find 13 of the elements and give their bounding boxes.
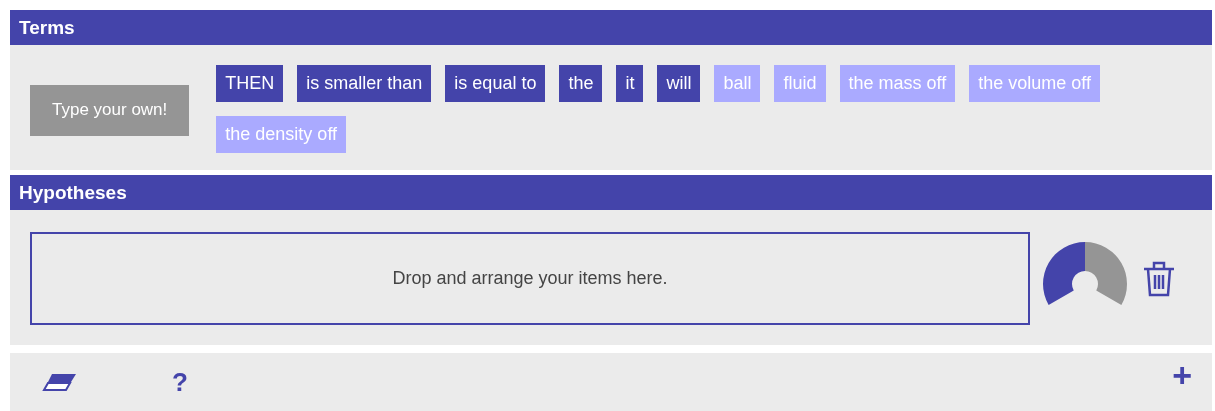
term-chip[interactable]: the — [559, 65, 603, 102]
term-chip[interactable]: it — [616, 65, 644, 102]
drop-zone[interactable]: Drop and arrange your items here. — [30, 232, 1030, 325]
term-chip[interactable]: is equal to — [445, 65, 546, 102]
add-button[interactable]: + — [1172, 355, 1192, 395]
eraser-icon[interactable] — [42, 372, 78, 392]
term-chip[interactable]: THEN — [216, 65, 284, 102]
term-chip[interactable]: will — [657, 65, 701, 102]
trash-icon[interactable] — [1142, 259, 1176, 298]
section-header: Hypotheses — [10, 175, 1212, 210]
section-header: Terms — [10, 10, 1212, 45]
help-button[interactable]: ? — [172, 366, 188, 398]
term-chip[interactable]: is smaller than — [297, 65, 432, 102]
